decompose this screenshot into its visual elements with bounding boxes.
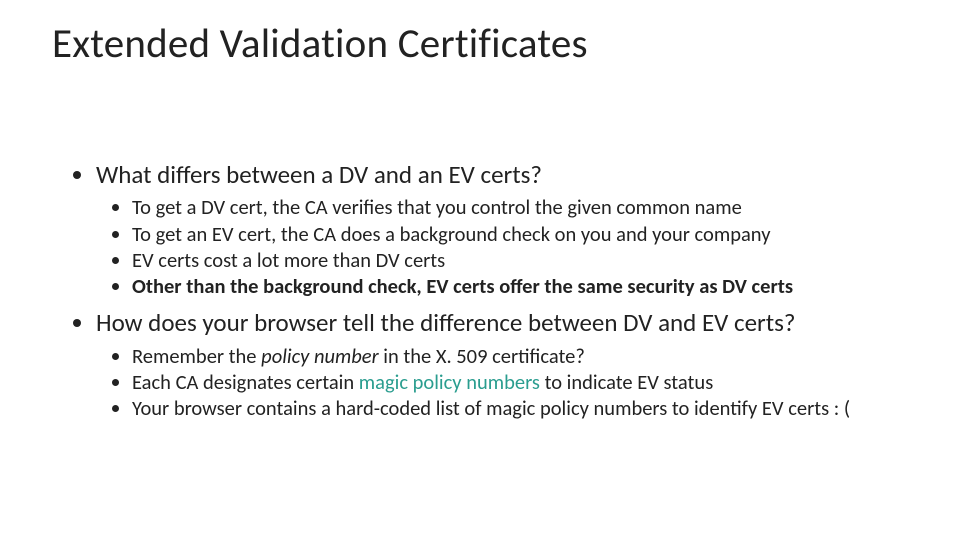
list-item-text: Your browser contains a hard-coded list … (132, 395, 850, 421)
slide-content: What differs between a DV and an EV cert… (52, 159, 908, 421)
slide: Extended Validation Certificates What di… (0, 0, 960, 540)
list-item: Other than the background check, EV cert… (132, 273, 908, 299)
bullet-list-level2: Remember the policy number in the X. 509… (96, 343, 908, 422)
list-item: EV certs cost a lot more than DV certs (132, 247, 908, 273)
bullet-list-level1: What differs between a DV and an EV cert… (76, 159, 908, 421)
list-item: To get an EV cert, the CA does a backgro… (132, 221, 908, 247)
list-item: To get a DV cert, the CA verifies that y… (132, 194, 908, 220)
list-item-text: in the X. 509 certificate? (379, 343, 585, 369)
magic-policy-numbers-highlight: magic policy numbers (359, 369, 540, 395)
list-item: How does your browser tell the differenc… (96, 307, 908, 421)
policy-number-emphasis: policy number (261, 343, 378, 369)
list-item-text: Other than the background check, EV cert… (132, 273, 793, 299)
list-item-text: To get an EV cert, the CA does a backgro… (132, 221, 770, 247)
bullet-list-level2: To get a DV cert, the CA verifies that y… (96, 194, 908, 299)
list-item-text: What differs between a DV and an EV cert… (96, 159, 542, 190)
list-item-text: EV certs cost a lot more than DV certs (132, 247, 445, 273)
list-item: Remember the policy number in the X. 509… (132, 343, 908, 369)
list-item-text: How does your browser tell the differenc… (96, 307, 795, 338)
list-item-text: Remember the (132, 343, 261, 369)
list-item-text: to indicate EV status (540, 369, 713, 395)
list-item: Your browser contains a hard-coded list … (132, 395, 908, 421)
list-item-text: To get a DV cert, the CA verifies that y… (132, 194, 742, 220)
slide-title: Extended Validation Certificates (52, 22, 908, 67)
list-item: Each CA designates certain magic policy … (132, 369, 908, 395)
list-item-text: Each CA designates certain (132, 369, 359, 395)
list-item: What differs between a DV and an EV cert… (96, 159, 908, 299)
